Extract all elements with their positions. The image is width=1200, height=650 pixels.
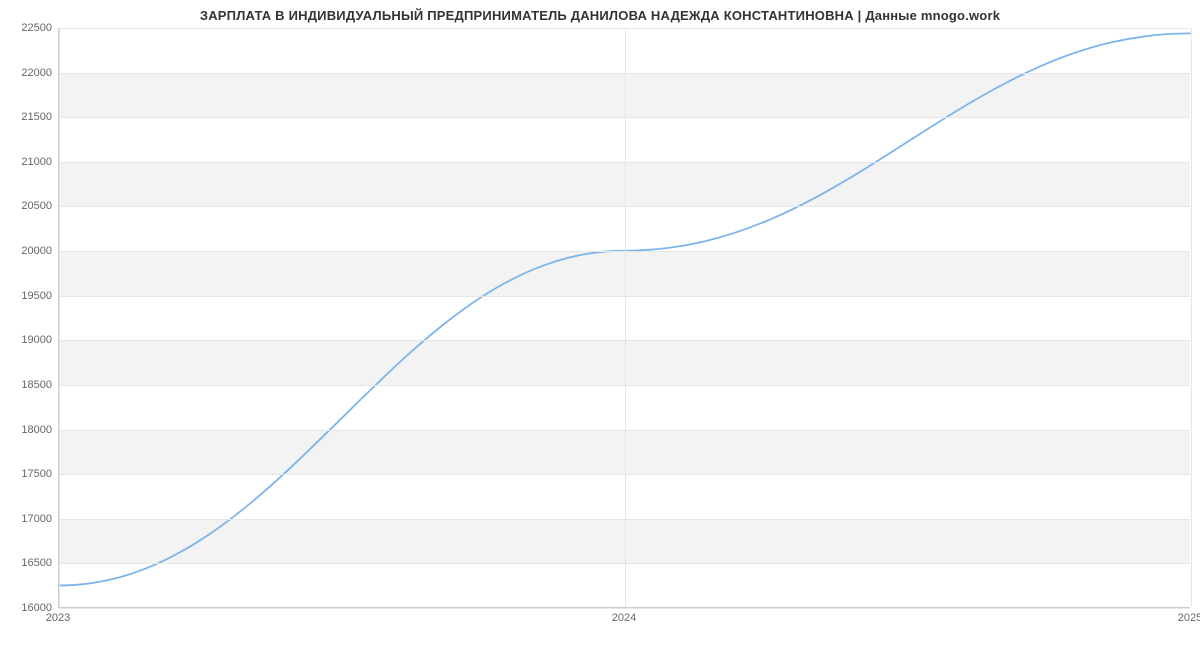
- y-tick-label: 17500: [4, 468, 52, 480]
- y-tick-label: 22000: [4, 67, 52, 79]
- x-tick-label: 2024: [612, 612, 636, 624]
- y-tick-label: 22500: [4, 22, 52, 34]
- y-tick-label: 20000: [4, 245, 52, 257]
- y-tick-label: 21000: [4, 156, 52, 168]
- y-tick-label: 17000: [4, 513, 52, 525]
- chart-container: ЗАРПЛАТА В ИНДИВИДУАЛЬНЫЙ ПРЕДПРИНИМАТЕЛ…: [0, 0, 1200, 650]
- chart-title: ЗАРПЛАТА В ИНДИВИДУАЛЬНЫЙ ПРЕДПРИНИМАТЕЛ…: [0, 8, 1200, 23]
- x-gridline: [625, 28, 626, 607]
- y-tick-label: 18500: [4, 379, 52, 391]
- x-tick-label: 2025: [1178, 612, 1200, 624]
- y-gridline: [59, 608, 1190, 609]
- y-tick-label: 20500: [4, 200, 52, 212]
- y-tick-label: 19000: [4, 334, 52, 346]
- y-tick-label: 18000: [4, 424, 52, 436]
- y-tick-label: 21500: [4, 111, 52, 123]
- y-tick-label: 19500: [4, 290, 52, 302]
- y-tick-label: 16500: [4, 557, 52, 569]
- x-gridline: [59, 28, 60, 607]
- x-tick-label: 2023: [46, 612, 70, 624]
- x-gridline: [1191, 28, 1192, 607]
- plot-area: [58, 28, 1190, 608]
